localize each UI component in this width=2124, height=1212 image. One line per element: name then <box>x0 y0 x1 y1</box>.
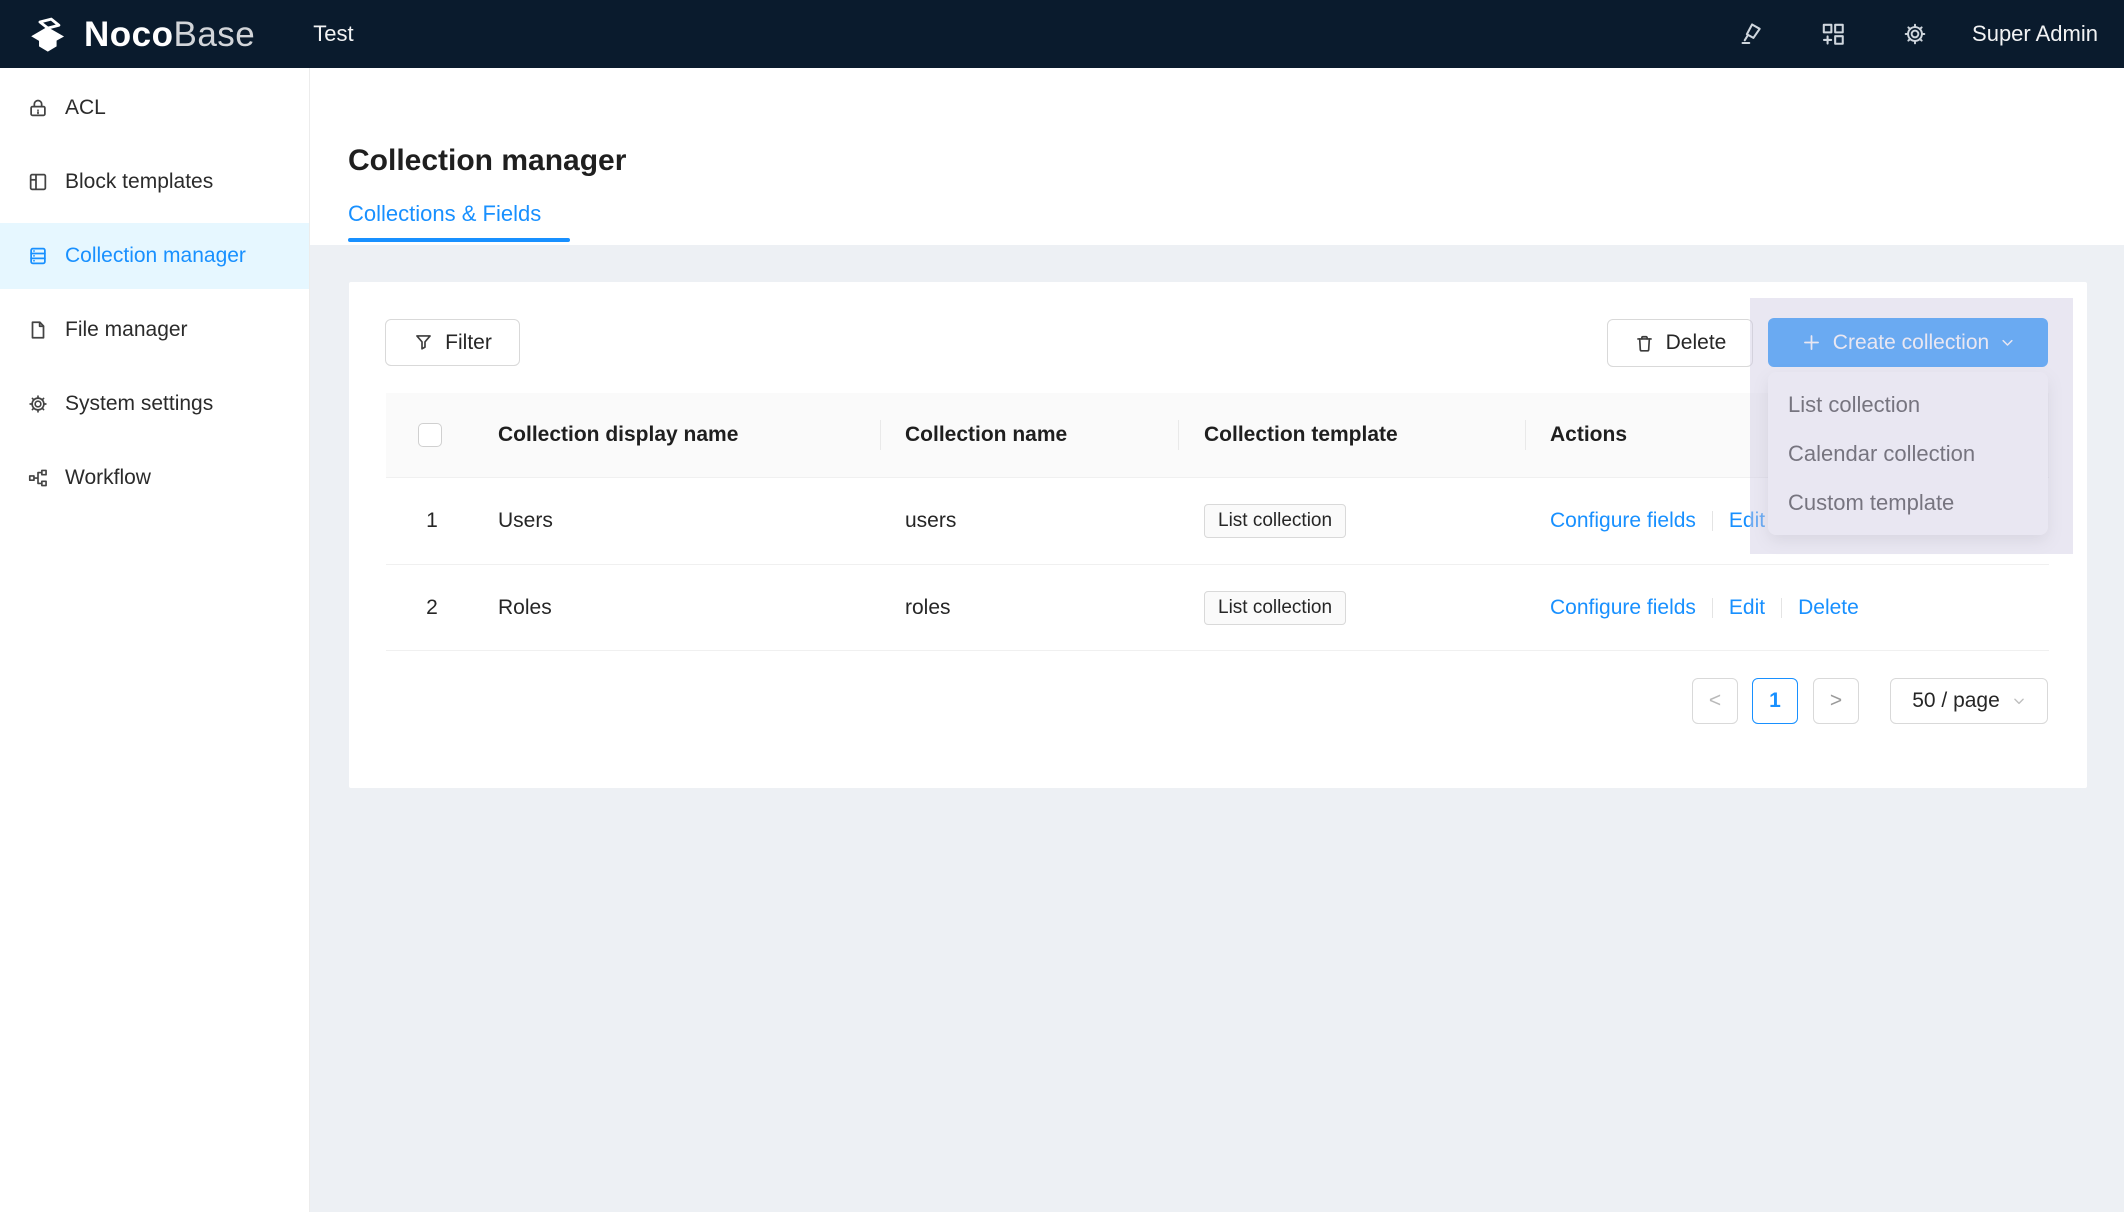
header-divider <box>1178 420 1179 450</box>
funnel-icon <box>413 332 434 353</box>
sidebar-item-block-templates[interactable]: Block templates <box>0 149 309 215</box>
page-size-value: 50 / page <box>1912 689 2000 713</box>
partition-icon <box>27 467 49 489</box>
tab-collections-and-fields[interactable]: Collections & Fields <box>348 201 541 227</box>
chevron-right-icon: > <box>1830 689 1842 713</box>
logo-text-light: Base <box>174 15 256 54</box>
user-menu[interactable]: Super Admin <box>1972 21 2098 47</box>
cell-collection-name: users <box>905 478 956 564</box>
nocobase-logo[interactable]: NocoBase <box>0 13 255 55</box>
template-tag: List collection <box>1204 591 1346 625</box>
layout-icon <box>27 171 49 193</box>
collections-card: Filter Delete <box>349 282 2087 788</box>
screen: NocoBase Test <box>0 0 2124 1212</box>
configure-fields-link[interactable]: Configure fields <box>1550 509 1696 533</box>
cell-template: List collection <box>1204 565 1346 650</box>
plus-icon <box>1801 332 1822 353</box>
highlighter-icon[interactable] <box>1738 21 1764 47</box>
sidebar-item-collection-manager[interactable]: Collection manager <box>0 223 309 289</box>
cell-display-name: Users <box>498 478 553 564</box>
chevron-left-icon: < <box>1709 689 1721 713</box>
main-content: Collection manager Collections & Fields … <box>310 68 2124 1212</box>
active-tab-indicator <box>348 238 570 242</box>
page-size-select[interactable]: 50 / page <box>1890 678 2048 724</box>
top-navbar: NocoBase Test <box>0 0 2124 68</box>
delete-link[interactable]: Delete <box>1798 596 1859 620</box>
database-icon <box>27 245 49 267</box>
select-all-checkbox[interactable] <box>418 423 442 447</box>
action-divider <box>1712 511 1713 531</box>
template-tag: List collection <box>1204 504 1346 538</box>
row-index: 1 <box>412 478 452 564</box>
sidebar-item-label: ACL <box>65 96 106 120</box>
lock-icon <box>27 97 49 119</box>
sidebar-item-label: Workflow <box>65 466 151 490</box>
column-header-name[interactable]: Collection name <box>905 393 1067 477</box>
nav-menu-item-test[interactable]: Test <box>313 21 353 47</box>
sidebar-item-label: File manager <box>65 318 188 342</box>
row-index: 2 <box>412 565 452 650</box>
sidebar-item-acl[interactable]: ACL <box>0 75 309 141</box>
gear-icon[interactable] <box>1902 21 1928 47</box>
header-divider <box>880 420 881 450</box>
sidebar-item-label: Block templates <box>65 170 213 194</box>
sidebar-item-label: System settings <box>65 392 213 416</box>
column-header-display-name[interactable]: Collection display name <box>498 393 738 477</box>
sidebar-item-workflow[interactable]: Workflow <box>0 445 309 511</box>
column-header-template[interactable]: Collection template <box>1204 393 1398 477</box>
menu-item-list-collection[interactable]: List collection <box>1768 380 2048 429</box>
pagination-page-1[interactable]: 1 <box>1752 678 1798 724</box>
delete-button-label: Delete <box>1666 331 1727 355</box>
delete-button[interactable]: Delete <box>1607 319 1753 367</box>
chevron-down-icon <box>2000 335 2015 350</box>
page-title: Collection manager <box>348 144 626 178</box>
file-icon <box>27 319 49 341</box>
filter-button-label: Filter <box>445 331 492 355</box>
cell-collection-name: roles <box>905 565 951 650</box>
menu-item-custom-template[interactable]: Custom template <box>1768 478 2048 527</box>
column-header-actions: Actions <box>1550 393 1627 477</box>
cell-display-name: Roles <box>498 565 552 650</box>
navbar-right-group: Super Admin <box>1682 0 2098 68</box>
filter-button[interactable]: Filter <box>385 319 520 366</box>
table-row: 2 Roles roles List collection Configure … <box>386 565 2049 651</box>
edit-link[interactable]: Edit <box>1729 509 1765 533</box>
gear-icon <box>27 393 49 415</box>
pagination-prev-button[interactable]: < <box>1692 678 1738 724</box>
create-collection-dropdown: List collection Calendar collection Cust… <box>1768 372 2048 535</box>
logo-text-bold: Noco <box>84 15 174 54</box>
edit-link[interactable]: Edit <box>1729 596 1765 620</box>
configure-fields-link[interactable]: Configure fields <box>1550 596 1696 620</box>
menu-item-calendar-collection[interactable]: Calendar collection <box>1768 429 2048 478</box>
sidebar-item-file-manager[interactable]: File manager <box>0 297 309 363</box>
sidebar: ACL Block templates Collection manag <box>0 68 310 1212</box>
create-collection-label: Create collection <box>1833 331 1989 355</box>
trash-icon <box>1634 333 1655 354</box>
sidebar-item-system-settings[interactable]: System settings <box>0 371 309 437</box>
cell-template: List collection <box>1204 478 1346 564</box>
cube-logo-icon <box>25 13 71 55</box>
sidebar-item-label: Collection manager <box>65 244 246 268</box>
logo-wordmark: NocoBase <box>84 17 255 52</box>
cell-actions: Configure fields Edit Delete <box>1550 565 1859 650</box>
chevron-down-icon <box>2012 694 2026 708</box>
pagination-next-button[interactable]: > <box>1813 678 1859 724</box>
action-divider <box>1712 598 1713 618</box>
create-collection-button[interactable]: Create collection <box>1768 318 2048 367</box>
appstore-add-icon[interactable] <box>1820 21 1846 47</box>
header-divider <box>1525 420 1526 450</box>
action-divider <box>1781 598 1782 618</box>
